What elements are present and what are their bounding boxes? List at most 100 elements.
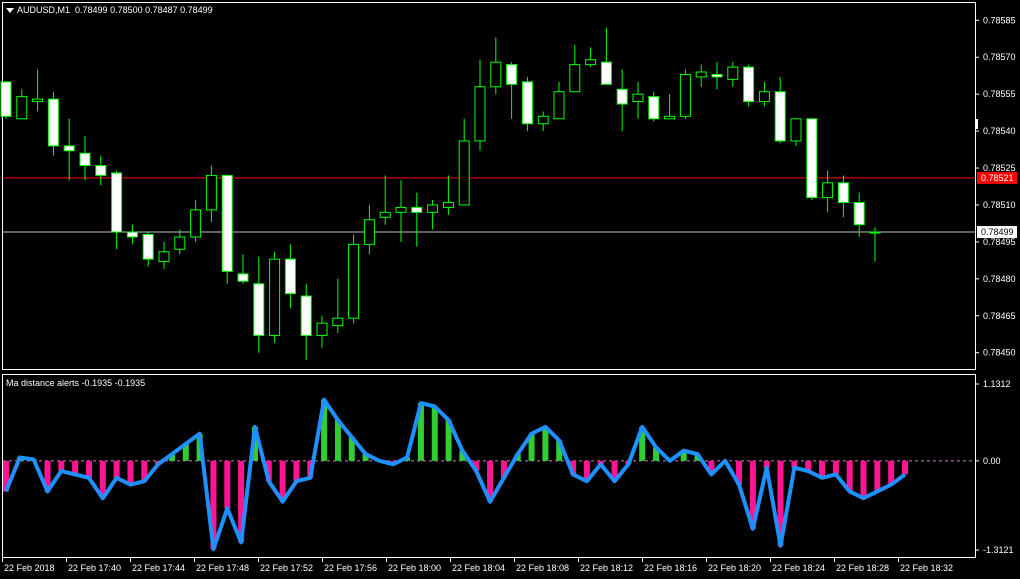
candle-bear <box>648 96 660 120</box>
time-tick-label: 22 Feb 18:00 <box>388 563 441 573</box>
time-tick-label: 22 Feb 18:28 <box>836 563 889 573</box>
candle-bull <box>569 64 581 93</box>
time-tick-label: 22 Feb 18:08 <box>516 563 569 573</box>
candle-bear <box>47 98 59 147</box>
candle-bull <box>790 118 802 142</box>
candle-bear <box>63 145 75 152</box>
candle-bear <box>111 172 123 233</box>
candle-bear <box>411 206 423 213</box>
indicator-tick-label: 1.1312 <box>983 379 1011 389</box>
candle-bull <box>537 115 549 125</box>
symbol-label: AUDUSD,M1 <box>17 5 71 15</box>
candle-bull <box>632 93 644 103</box>
indicator-tick-label: 0.00 <box>983 456 1001 466</box>
candle-bull <box>32 98 44 103</box>
indicator-tick-label: -1.3121 <box>983 545 1014 555</box>
candle-bull <box>427 204 439 213</box>
candle-bear <box>126 231 138 238</box>
histogram-bar <box>334 420 341 461</box>
candle-bear <box>0 81 12 117</box>
chevron-down-icon[interactable] <box>6 8 14 14</box>
candle-bull <box>379 211 391 218</box>
histogram-bar <box>293 460 300 482</box>
time-tick-label: 22 Feb 18:16 <box>644 563 697 573</box>
candle-bull <box>758 91 770 103</box>
candle-bull <box>442 202 454 208</box>
candle-bear <box>253 283 265 336</box>
candle-bear <box>95 165 107 176</box>
price-tick-label: 0.78510 <box>983 200 1016 210</box>
candle-bull <box>490 61 502 88</box>
price-tick-label: 0.78555 <box>983 89 1016 99</box>
histogram-bar <box>113 460 120 478</box>
time-tick-label: 22 Feb 2018 <box>4 563 55 573</box>
candle-bear <box>237 273 249 282</box>
candle-bull <box>205 174 217 211</box>
histogram-bar <box>874 460 881 492</box>
candle-bull <box>158 251 170 263</box>
candle-bear <box>221 174 233 272</box>
candle-bear <box>616 88 628 105</box>
candle-bear <box>837 182 849 204</box>
time-tick-label: 22 Feb 18:12 <box>580 563 633 573</box>
time-tick-label: 22 Feb 18:04 <box>452 563 505 573</box>
price-tick-label: 0.78585 <box>983 15 1016 25</box>
candle-bull <box>474 86 486 142</box>
candle-bull <box>395 206 407 213</box>
candle-bull <box>332 317 344 327</box>
histogram-bar <box>832 460 839 475</box>
candle-bull <box>869 231 881 234</box>
main-header: AUDUSD,M1 0.78499 0.78500 0.78487 0.7849… <box>6 5 213 15</box>
histogram-bar <box>224 460 231 509</box>
candle-bear <box>142 234 154 260</box>
candle-bull <box>553 91 565 120</box>
price-tick-label: 0.78525 <box>983 163 1016 173</box>
histogram-bar <box>431 406 438 461</box>
histogram-bar <box>542 426 549 461</box>
time-tick-label: 22 Feb 17:48 <box>196 563 249 573</box>
candle-bull <box>695 71 707 78</box>
candle-bull <box>269 258 281 336</box>
candle-bear <box>521 81 533 125</box>
candle-bull <box>727 66 739 80</box>
price-tick-label: 0.78480 <box>983 274 1016 284</box>
candle-bear <box>284 258 296 295</box>
candle-bull <box>190 209 202 238</box>
time-tick-label: 22 Feb 18:32 <box>900 563 953 573</box>
candle-bear <box>774 91 786 142</box>
candle-bear <box>506 64 518 85</box>
candle-bull <box>316 322 328 336</box>
candle-bull <box>458 140 470 206</box>
candle-bear <box>300 295 312 336</box>
price-tick-label: 0.78465 <box>983 311 1016 321</box>
candle-bear <box>853 202 865 226</box>
time-tick-label: 22 Feb 17:52 <box>260 563 313 573</box>
chart-shift-marker[interactable] <box>976 119 978 129</box>
candle-bull <box>664 115 676 120</box>
ohlc-values: 0.78499 0.78500 0.78487 0.78499 <box>75 5 213 15</box>
candle-bull <box>174 236 186 250</box>
candle-bear <box>806 118 818 199</box>
candle-bear <box>711 73 723 78</box>
time-tick-label: 22 Feb 18:24 <box>772 563 825 573</box>
indicator-values: -0.1935 -0.1935 <box>81 378 146 388</box>
candle-bear <box>600 61 612 85</box>
histogram-bar <box>127 460 134 485</box>
candle-bear <box>79 152 91 167</box>
time-tick-label: 22 Feb 17:40 <box>68 563 121 573</box>
candle-bear <box>743 66 755 103</box>
candle-bull <box>585 59 597 66</box>
histogram-bar <box>860 460 867 499</box>
time-tick-label: 22 Feb 17:44 <box>132 563 185 573</box>
price-tick-label: 0.78570 <box>983 52 1016 62</box>
price-tick-label: 0.78495 <box>983 237 1016 247</box>
bid-price-label: 0.78499 <box>981 227 1014 237</box>
candle-bull <box>822 182 834 199</box>
candle-bull <box>16 96 28 120</box>
chart-canvas[interactable]: 0.785850.785700.785550.785400.785250.785… <box>0 0 1020 579</box>
candle-bull <box>348 243 360 319</box>
histogram-bar <box>902 460 908 475</box>
background <box>0 0 1020 579</box>
price-tick-label: 0.78450 <box>983 348 1016 358</box>
indicator-name: Ma distance alerts <box>6 378 80 388</box>
